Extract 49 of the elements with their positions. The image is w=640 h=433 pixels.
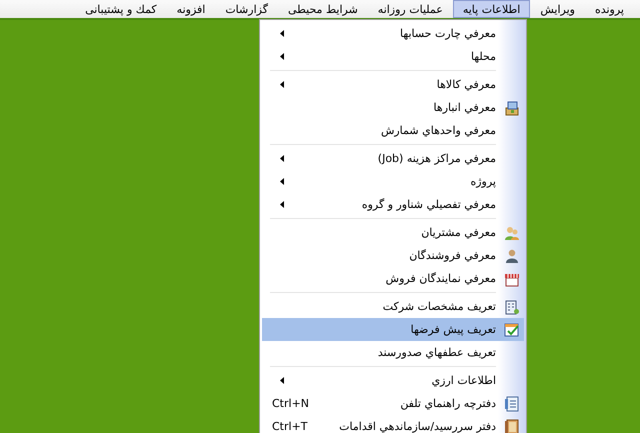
menu-item-label: معرفي انبارها: [434, 101, 497, 114]
shortcut-label: Ctrl+N: [272, 397, 310, 410]
menu-item-label: تعريف مشخصات شركت: [382, 300, 497, 313]
menu-item-label: محلها: [470, 50, 497, 63]
person-icon: [504, 248, 520, 264]
menu-item[interactable]: معرفي تفصيلي شناور و گروه: [262, 193, 524, 216]
menu-item[interactable]: کمك و پشتیبانی: [75, 0, 167, 18]
menu-item[interactable]: اطلاعات پایه: [452, 0, 530, 18]
menu-item-label: معرفي فروشندگان: [409, 249, 497, 262]
menu-item-label: دفترچه راهنماي تلفن: [400, 397, 497, 410]
building-icon: [504, 298, 520, 314]
menu-item[interactable]: معرفي نمايندگان فروش: [262, 267, 524, 290]
people-icon: [504, 224, 520, 240]
menu-item-label: معرفي تفصيلي شناور و گروه: [362, 198, 497, 211]
menu-item[interactable]: تعريف عطفهاي صدورسند: [262, 341, 524, 364]
menu-item-label: معرفي مراكز هزينه (Job): [378, 152, 497, 165]
menu-item[interactable]: معرفي فروشندگان: [262, 244, 524, 267]
notebook-icon: [504, 418, 520, 433]
menu-item[interactable]: افزونه: [166, 0, 216, 18]
menu-item[interactable]: محلها: [262, 45, 524, 68]
menu-item-label: تعريف پيش فرضها: [410, 323, 497, 336]
menu-item[interactable]: اطلاعات ارزي: [262, 369, 524, 392]
menu-item[interactable]: معرفي انبارها: [262, 96, 524, 119]
menu-item[interactable]: پرونده: [584, 0, 634, 18]
menu-item[interactable]: تعريف پيش فرضها: [262, 318, 524, 341]
menu-item[interactable]: تعريف مشخصات شركت: [262, 295, 524, 318]
menu-item[interactable]: گزارشات: [215, 0, 278, 18]
menu-item[interactable]: پروژه: [262, 170, 524, 193]
checklist-icon: [504, 322, 520, 338]
menu-item-label: معرفي چارت حسابها: [400, 27, 497, 40]
menu-item[interactable]: ویرایش: [530, 0, 585, 18]
shortcut-label: Ctrl+T: [272, 420, 308, 433]
menu-item[interactable]: شرایط محیطی: [278, 0, 368, 18]
menu-item-label: معرفي كالاها: [436, 78, 497, 91]
menu-item-label: دفتر سررسيد/سازماندهي اقدامات: [339, 420, 497, 433]
menu-item-label: اطلاعات ارزي: [432, 374, 497, 387]
menu-item[interactable]: عملیات روزانه: [368, 0, 453, 18]
warehouse-icon: [504, 100, 520, 116]
menu-item-label: معرفي نمايندگان فروش: [386, 272, 497, 285]
menu-item[interactable]: معرفي مشتريان: [262, 221, 524, 244]
menu-item-label: تعريف عطفهاي صدورسند: [378, 346, 497, 359]
menu-item[interactable]: معرفي واحدهاي شمارش: [262, 119, 524, 142]
menu-item-label: معرفي واحدهاي شمارش: [380, 124, 497, 137]
address-book-icon: [504, 396, 520, 412]
menu-item[interactable]: معرفي مراكز هزينه (Job): [262, 147, 524, 170]
menu-item-label: پروژه: [470, 175, 497, 188]
menu-item-label: معرفي مشتريان: [421, 226, 497, 239]
menu-item[interactable]: معرفي چارت حسابها: [262, 22, 524, 45]
menu-item[interactable]: معرفي كالاها: [262, 73, 524, 96]
